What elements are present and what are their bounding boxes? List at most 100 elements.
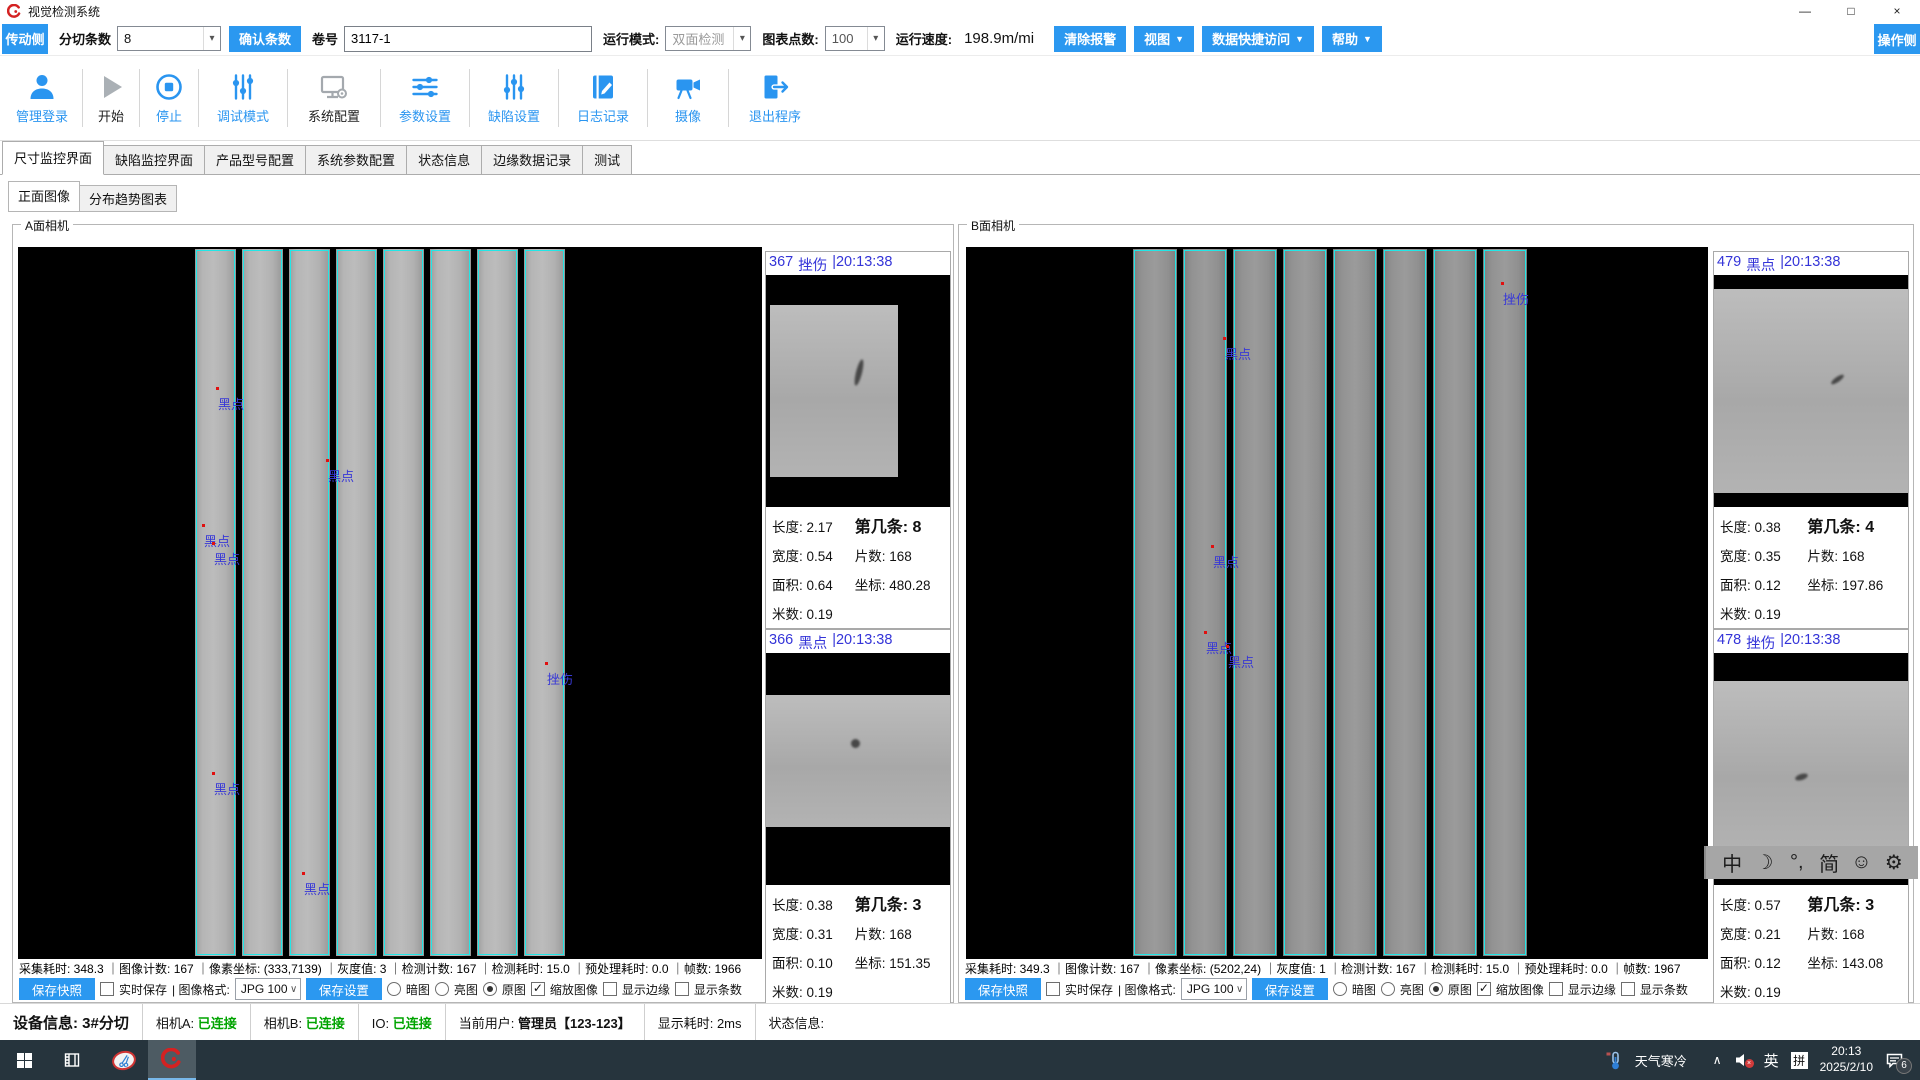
windows-logo-icon (17, 1053, 32, 1068)
save-snapshot-button[interactable]: 保存快照 (19, 978, 95, 1000)
start-button[interactable] (0, 1040, 48, 1080)
camera-b-title: B面相机 (967, 217, 1019, 234)
defect-stats: 长度: 0.38 第几条: 4 宽度: 0.35 片数: 168 面积: 0.1… (1714, 507, 1908, 629)
defect-label: 黑点 (214, 549, 240, 568)
notification-center-button[interactable]: 6 (1885, 1052, 1904, 1069)
roll-number-input[interactable] (344, 26, 592, 52)
original-image-radio[interactable] (483, 982, 497, 996)
save-snapshot-button[interactable]: 保存快照 (965, 978, 1041, 1000)
taskbar-clock[interactable]: 20:13 2025/2/10 (1820, 1044, 1873, 1075)
show-edge-checkbox[interactable] (1549, 982, 1563, 996)
ime-simplified[interactable]: 简 (1813, 848, 1845, 877)
show-strips-label: 显示条数 (1640, 981, 1688, 998)
toolbar-button-label: 摄像 (675, 106, 701, 125)
toolbar-button-log-record[interactable]: 日志记录 (559, 60, 647, 136)
volume-muted-icon[interactable]: × (1734, 1052, 1752, 1068)
ime-emoji[interactable]: ☺ (1845, 851, 1877, 874)
material-strip (1433, 249, 1477, 956)
maximize-button[interactable]: □ (1828, 0, 1874, 22)
bright-image-radio[interactable] (1381, 982, 1395, 996)
toolbar-button-start[interactable]: 开始 (83, 60, 139, 136)
defect-label: 黑点 (1228, 652, 1254, 671)
dropdown-arrow-icon: ▼ (1175, 34, 1184, 44)
ime-halfwidth-moon[interactable]: ☽ (1748, 850, 1780, 875)
realtime-save-checkbox[interactable] (1046, 982, 1060, 996)
camera-a-live-image: 黑点黑点黑点黑点挫伤黑点黑点 (18, 247, 762, 959)
show-strips-checkbox[interactable] (675, 982, 689, 996)
material-strip (383, 249, 424, 956)
image-format-label: | 图像格式: (1118, 981, 1176, 998)
tab-front-image[interactable]: 正面图像 (8, 181, 80, 212)
toolbar-button-exit-program[interactable]: 退出程序 (729, 60, 821, 136)
defect-card[interactable]: 479黑点 |20:13:38 长度: 0.38 第几条: 4 宽度: 0.35… (1713, 251, 1909, 629)
drive-side-button[interactable]: 传动侧 (2, 24, 48, 54)
language-indicator[interactable]: 英 (1764, 1050, 1779, 1071)
defect-card[interactable]: 366黑点 |20:13:38 长度: 0.38 第几条: 3 宽度: 0.31… (765, 629, 951, 1004)
dark-image-radio[interactable] (1333, 982, 1347, 996)
snipping-tool-button[interactable] (100, 1040, 148, 1080)
toolbar-button-system-config[interactable]: 系统配置 (288, 60, 380, 136)
realtime-save-checkbox[interactable] (100, 982, 114, 996)
clear-alarm-button[interactable]: 清除报警 (1054, 26, 1126, 52)
tab-size-monitor[interactable]: 尺寸监控界面 (2, 141, 104, 175)
image-format-select[interactable]: JPG 100 (1181, 978, 1247, 1000)
tab-product-config[interactable]: 产品型号配置 (204, 145, 306, 175)
tab-status-info[interactable]: 状态信息 (406, 145, 482, 175)
chart-points-select[interactable]: 100 (825, 26, 885, 51)
tray-expand-icon[interactable]: ∧ (1713, 1053, 1722, 1067)
save-settings-button[interactable]: 保存设置 (306, 978, 382, 1000)
original-image-radio[interactable] (1429, 982, 1443, 996)
help-menu-button[interactable]: 帮助▼ (1322, 26, 1382, 52)
tab-edge-data[interactable]: 边缘数据记录 (481, 145, 583, 175)
toolbar-button-label: 开始 (98, 106, 124, 125)
data-quick-access-menu-button[interactable]: 数据快捷访问▼ (1202, 26, 1314, 52)
admin-login-icon (27, 72, 57, 102)
status-info-label: 状态信息: (756, 1013, 838, 1032)
material-strip (336, 249, 377, 956)
image-format-select[interactable]: JPG 100 (235, 978, 301, 1000)
tab-distribution-chart[interactable]: 分布趋势图表 (79, 185, 177, 212)
bright-image-radio[interactable] (435, 982, 449, 996)
show-strips-checkbox[interactable] (1621, 982, 1635, 996)
show-edge-checkbox[interactable] (603, 982, 617, 996)
save-settings-button[interactable]: 保存设置 (1252, 978, 1328, 1000)
ime-punctuation[interactable]: °, (1781, 851, 1813, 874)
roll-number-label: 卷号 (312, 29, 338, 48)
toolbar-button-label: 退出程序 (749, 106, 801, 125)
confirm-count-button[interactable]: 确认条数 (229, 26, 301, 52)
pinyin-ime-indicator[interactable]: 拼 (1791, 1052, 1808, 1069)
material-strip (1483, 249, 1527, 956)
zoom-image-checkbox[interactable] (1477, 982, 1491, 996)
bright-image-label: 亮图 (1400, 981, 1424, 998)
ime-chinese-mode[interactable]: 中 (1716, 848, 1748, 877)
slit-count-select[interactable]: 8 (117, 26, 221, 51)
vision-app-taskbar-button[interactable] (148, 1040, 196, 1080)
view-menu-button[interactable]: 视图▼ (1134, 26, 1194, 52)
toolbar-button-defect-settings[interactable]: 缺陷设置 (470, 60, 558, 136)
defect-card[interactable]: 478挫伤 |20:13:38 长度: 0.57 第几条: 3 宽度: 0.21… (1713, 629, 1909, 1004)
dark-image-radio[interactable] (387, 982, 401, 996)
zoom-image-checkbox[interactable] (531, 982, 545, 996)
tab-test[interactable]: 测试 (582, 145, 632, 175)
operator-side-button[interactable]: 操作侧 (1874, 24, 1920, 54)
close-button[interactable]: × (1874, 0, 1920, 22)
toolbar-button-debug-mode[interactable]: 调试模式 (199, 60, 287, 136)
toolbar-button-camera[interactable]: 摄像 (648, 60, 728, 136)
run-mode-select[interactable]: 双面检测 (665, 26, 751, 51)
tab-system-params[interactable]: 系统参数配置 (305, 145, 407, 175)
minimize-button[interactable]: — (1782, 0, 1828, 22)
toolbar-button-param-settings[interactable]: 参数设置 (381, 60, 469, 136)
app-logo-icon (161, 1048, 183, 1070)
weather-text[interactable]: 天气寒冷 (1635, 1051, 1687, 1070)
camera-icon (673, 72, 703, 102)
ime-settings[interactable]: ⚙ (1878, 850, 1910, 875)
show-edge-label: 显示边缘 (622, 981, 670, 998)
tab-defect-monitor[interactable]: 缺陷监控界面 (103, 145, 205, 175)
task-view-button[interactable] (48, 1040, 96, 1080)
toolbar-button-stop[interactable]: 停止 (140, 60, 198, 136)
defect-card[interactable]: 367挫伤 |20:13:38 长度: 2.17 第几条: 8 宽度: 0.54… (765, 251, 951, 629)
camera-a-status: 相机A: 已连接 (143, 1013, 250, 1032)
dropdown-arrow-icon: ▼ (1295, 34, 1304, 44)
defect-label: 挫伤 (547, 669, 573, 688)
toolbar-button-admin-login[interactable]: 管理登录 (2, 60, 82, 136)
